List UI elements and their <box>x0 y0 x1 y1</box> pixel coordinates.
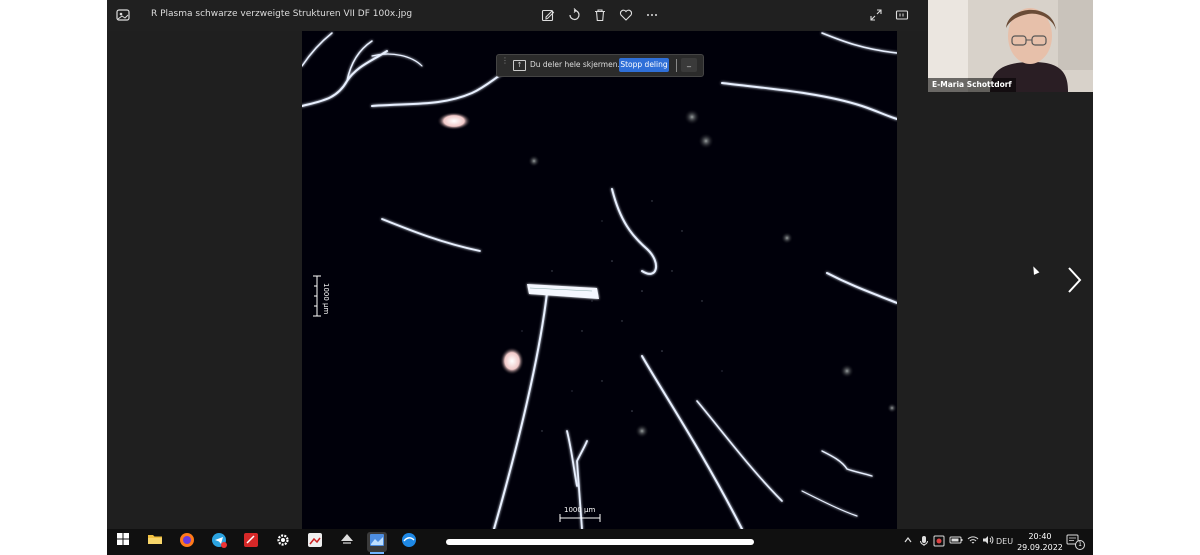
clock-time[interactable]: 20:40 <box>1020 532 1060 541</box>
scale-bar-horizontal-label: 1000 µm <box>564 506 595 514</box>
microscope-image: 1000 µm 1000 µm <box>302 31 897 529</box>
microphone-icon[interactable] <box>919 535 929 552</box>
zoom-red-icon[interactable] <box>241 532 261 552</box>
share-screen-icon: ↑ <box>513 60 526 71</box>
clock-date[interactable]: 29.09.2022 <box>1014 543 1066 552</box>
more-icon[interactable] <box>644 8 660 24</box>
edit-image-icon[interactable] <box>540 8 556 24</box>
telegram-icon[interactable] <box>209 532 229 552</box>
chevron-up-icon[interactable] <box>903 535 913 550</box>
participant-name: E-Maria Schottdorf <box>928 78 1016 92</box>
next-image-button[interactable] <box>1065 262 1085 298</box>
firefox-icon[interactable] <box>177 532 197 552</box>
favorite-icon[interactable] <box>618 8 634 24</box>
inkscape-icon[interactable] <box>337 532 357 552</box>
photos-app-icon <box>115 8 131 24</box>
wifi-icon[interactable] <box>967 535 979 550</box>
share-status-text: Du deler hele skjermen. <box>530 60 620 69</box>
battery-icon[interactable] <box>949 535 963 550</box>
volume-icon[interactable] <box>982 535 994 550</box>
mouse-cursor <box>1030 265 1040 275</box>
photos-icon[interactable] <box>367 532 387 554</box>
notification-icon[interactable]: 1 <box>1066 534 1085 553</box>
actual-size-icon[interactable] <box>894 8 910 24</box>
minimize-banner-button[interactable]: _ <box>681 58 697 72</box>
fullscreen-icon[interactable] <box>868 8 884 24</box>
delete-icon[interactable] <box>592 8 608 24</box>
webcam-tile[interactable]: E-Maria Schottdorf <box>928 0 1093 92</box>
settings-icon[interactable] <box>273 532 293 552</box>
chevron-right-icon <box>1068 267 1082 293</box>
language-indicator[interactable]: DEU <box>996 535 1013 549</box>
window-title: R Plasma schwarze verzweigte Strukturen … <box>151 9 413 19</box>
windows-start-icon[interactable] <box>113 532 133 552</box>
browser-icon[interactable] <box>399 532 419 552</box>
stop-sharing-button[interactable]: Stopp deling <box>619 58 669 72</box>
rotate-icon[interactable] <box>566 8 582 24</box>
screen-share-banner[interactable]: ⋮ ↑ Du deler hele skjermen. Stopp deling… <box>496 54 704 77</box>
progress-bar <box>446 539 754 545</box>
notification-count: 1 <box>1075 540 1085 550</box>
darkfield-micrograph: 1000 µm 1000 µm <box>302 31 897 529</box>
taskbar: DEU 20:40 29.09.2022 1 <box>107 529 1093 555</box>
photo-app-icon[interactable] <box>305 532 325 552</box>
scale-bar-vertical-label: 1000 µm <box>322 283 330 314</box>
file-explorer-icon[interactable] <box>145 532 165 552</box>
banner-divider <box>676 59 677 72</box>
drag-handle-icon[interactable]: ⋮ <box>501 57 509 72</box>
security-icon[interactable] <box>933 535 945 552</box>
